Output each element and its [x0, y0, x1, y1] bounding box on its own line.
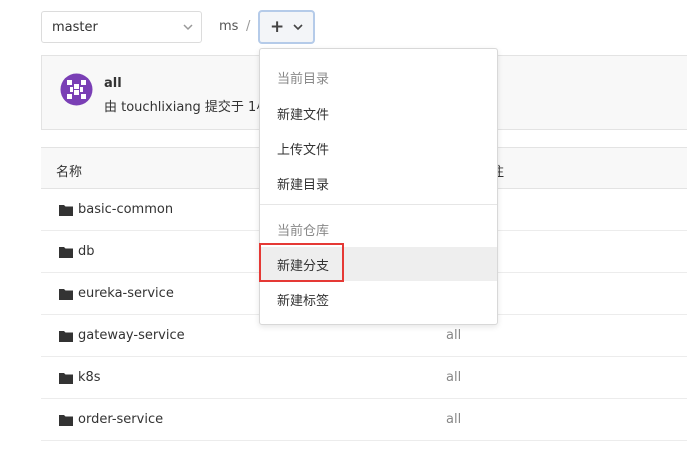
- menu-item-label: 新建标签: [277, 294, 330, 309]
- commit-message[interactable]: all: [446, 412, 461, 427]
- breadcrumb-separator: /: [246, 19, 251, 34]
- chevron-down-icon: [293, 24, 303, 31]
- section-current-repository: 当前仓库: [277, 224, 330, 239]
- add-dropdown-menu: 当前目录 新建文件 上传文件 新建目录 当前仓库 新建分支 新建标签: [259, 48, 498, 325]
- commit-message[interactable]: all: [446, 328, 461, 343]
- table-row[interactable]: k8s all: [41, 357, 687, 399]
- commit-title[interactable]: all: [104, 76, 122, 91]
- menu-item-new-directory[interactable]: 新建目录: [261, 166, 497, 200]
- branch-select[interactable]: master: [41, 11, 202, 43]
- commit-meta: 由 touchlixiang 提交于 1小: [104, 100, 270, 115]
- folder-icon: [59, 289, 73, 300]
- menu-item-label: 上传文件: [277, 143, 330, 158]
- folder-icon: [59, 331, 73, 342]
- file-name[interactable]: eureka-service: [78, 286, 174, 301]
- menu-divider: [260, 204, 497, 205]
- plus-icon: +: [270, 17, 285, 37]
- add-menu-button[interactable]: +: [258, 10, 315, 44]
- file-name[interactable]: k8s: [78, 370, 101, 385]
- file-name[interactable]: basic-common: [78, 202, 173, 217]
- table-row[interactable]: order-service all: [41, 399, 687, 441]
- column-header-name: 名称: [56, 165, 83, 180]
- breadcrumb-root[interactable]: ms: [219, 19, 238, 34]
- menu-item-new-file[interactable]: 新建文件: [261, 96, 497, 130]
- commit-message[interactable]: all: [446, 370, 461, 385]
- branch-select-value: master: [52, 20, 98, 35]
- menu-item-label: 新建文件: [277, 108, 330, 123]
- menu-item-label: 新建目录: [277, 178, 330, 193]
- highlight-annotation: [259, 243, 344, 282]
- file-name[interactable]: db: [78, 244, 95, 259]
- menu-item-upload-file[interactable]: 上传文件: [261, 131, 497, 165]
- menu-item-new-tag[interactable]: 新建标签: [261, 282, 497, 316]
- avatar-icon[interactable]: [60, 73, 93, 106]
- chevron-down-icon: [183, 24, 193, 31]
- folder-icon: [59, 415, 73, 426]
- section-current-directory: 当前目录: [277, 72, 330, 87]
- folder-icon: [59, 205, 73, 216]
- file-name[interactable]: gateway-service: [78, 328, 185, 343]
- folder-icon: [59, 373, 73, 384]
- folder-icon: [59, 247, 73, 258]
- file-name[interactable]: order-service: [78, 412, 163, 427]
